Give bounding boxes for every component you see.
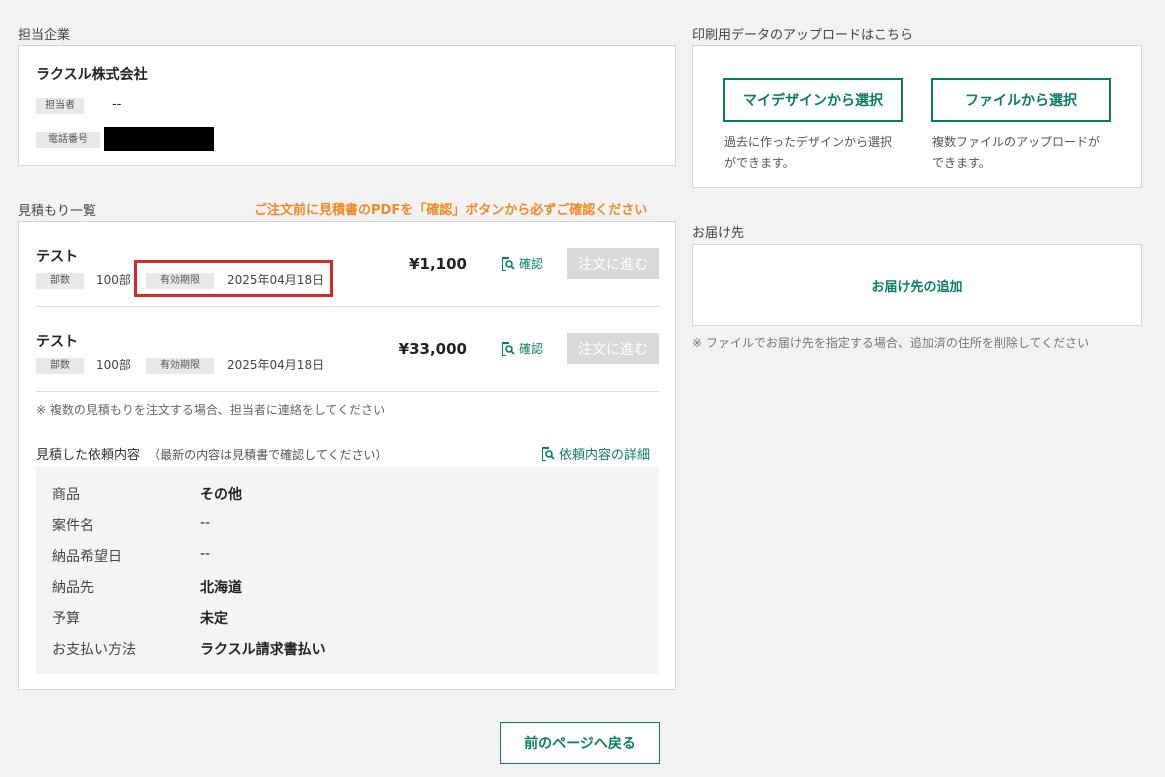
- qty-tag: 部数: [36, 273, 84, 289]
- person-tag: 担当者: [36, 98, 84, 114]
- file-desc-line: できます。: [932, 156, 991, 170]
- quotes-note: ※ 複数の見積もりを注文する場合、担当者に連絡をしてください: [36, 403, 386, 417]
- quote-price: ¥1,100: [409, 255, 467, 273]
- back-button[interactable]: 前のページへ戻る: [500, 722, 660, 764]
- upload-card: マイデザインから選択 過去に作ったデザインから選択 ができます。 ファイルから選…: [692, 45, 1142, 188]
- detail-value: --: [200, 546, 211, 562]
- detail-value: その他: [200, 487, 242, 503]
- my-design-desc-line: ができます。: [724, 156, 795, 170]
- company-card: ラクスル株式会社 担当者 -- 電話番号: [18, 45, 676, 166]
- expiry-highlight: [134, 260, 333, 297]
- detail-value: 北海道: [200, 580, 242, 596]
- quote-name: テスト: [36, 334, 78, 350]
- upload-section-label: 印刷用データのアップロードはこちら: [692, 28, 914, 43]
- request-detail-link[interactable]: 依頼内容の詳細: [539, 444, 650, 463]
- document-search-icon: [542, 446, 555, 461]
- detail-label: 予算: [52, 611, 80, 627]
- detail-label: お支払い方法: [52, 642, 136, 658]
- file-select-button[interactable]: ファイルから選択: [931, 78, 1111, 122]
- detail-label: 納品希望日: [52, 549, 122, 565]
- phone-redacted: [104, 127, 214, 151]
- qty-tag: 部数: [36, 358, 84, 374]
- qty-value: 100部: [96, 358, 131, 372]
- company-section-label: 担当企業: [18, 28, 71, 43]
- detail-label: 案件名: [52, 518, 94, 534]
- confirm-label: 確認: [519, 342, 544, 356]
- add-delivery-link[interactable]: お届け先の追加: [871, 276, 962, 295]
- row-divider: [36, 391, 659, 392]
- quotes-warning: ご注文前に見積書のPDFを「確認」ボタンから必ずご確認ください: [254, 203, 648, 218]
- my-design-desc: 過去に作ったデザインから選択 ができます。: [724, 132, 892, 174]
- company-name: ラクスル株式会社: [36, 67, 148, 83]
- detail-value: --: [200, 515, 211, 531]
- quotes-section-label: 見積もり一覧: [18, 204, 97, 219]
- confirm-label: 確認: [519, 257, 544, 271]
- document-search-icon: [502, 341, 515, 356]
- row-divider: [36, 306, 659, 307]
- document-search-icon: [502, 256, 515, 271]
- request-title-text: 見積した依頼内容: [36, 448, 141, 463]
- quote-name: テスト: [36, 249, 78, 265]
- expiry-tag: 有効期限: [146, 358, 214, 374]
- qty-value: 100部: [96, 273, 131, 287]
- my-design-desc-line: 過去に作ったデザインから選択: [724, 135, 893, 149]
- person-value: --: [112, 97, 122, 112]
- phone-tag: 電話番号: [36, 132, 100, 148]
- quotes-card: テスト 部数 100部 有効期限 2025年04月18日 ¥1,100 確認 注…: [18, 221, 676, 690]
- detail-label: 商品: [52, 487, 80, 503]
- file-desc-line: 複数ファイルのアップロードが: [932, 135, 1101, 149]
- delivery-card: お届け先の追加: [692, 244, 1142, 326]
- quote-price: ¥33,000: [398, 340, 467, 358]
- detail-value: 未定: [200, 611, 228, 627]
- request-detail-label: 依頼内容の詳細: [559, 448, 651, 463]
- detail-value: ラクスル請求書払い: [200, 642, 326, 658]
- confirm-button[interactable]: 確認: [499, 340, 543, 357]
- order-button[interactable]: 注文に進む: [567, 333, 659, 364]
- my-design-button[interactable]: マイデザインから選択: [723, 78, 903, 122]
- detail-label: 納品先: [52, 580, 94, 596]
- confirm-button[interactable]: 確認: [499, 255, 543, 272]
- delivery-note: ※ ファイルでお届け先を指定する場合、追加済の住所を削除してください: [692, 336, 1090, 350]
- expiry-value: 2025年04月18日: [227, 358, 325, 372]
- delivery-section-label: お届け先: [692, 226, 745, 241]
- request-title: 見積した依頼内容 （最新の内容は見積書で確認してください）: [36, 444, 387, 463]
- file-select-desc: 複数ファイルのアップロードが できます。: [932, 132, 1100, 174]
- request-subtitle: （最新の内容は見積書で確認してください）: [148, 448, 388, 462]
- request-details-panel: 商品 その他 案件名 -- 納品希望日 -- 納品先 北海道 予算 未定 お支払…: [36, 466, 659, 674]
- order-button[interactable]: 注文に進む: [567, 248, 659, 279]
